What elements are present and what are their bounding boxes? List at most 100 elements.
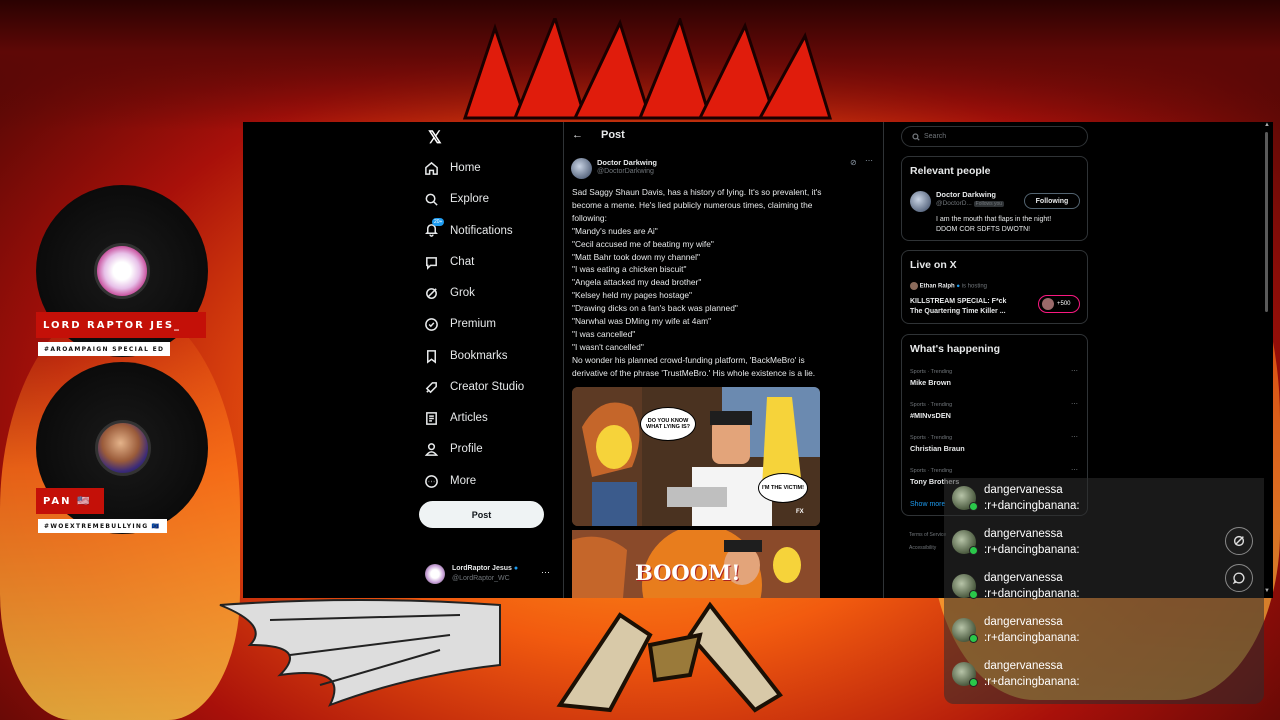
nav-profile-label: Profile <box>450 443 483 455</box>
live-host-name: Ethan Ralph <box>919 283 955 290</box>
trend-3-category: Sports · Trending <box>910 435 953 441</box>
footer-terms-link[interactable]: Terms of Service <box>909 532 946 538</box>
mohawk-art <box>462 18 833 120</box>
nav-notifications[interactable]: 20+ Notifications <box>424 218 513 243</box>
account-name: LordRaptor Jesus ● <box>452 565 519 572</box>
post-text-line: "Kelsey held my pages hostage" <box>572 290 693 301</box>
trend-1-category: Sports · Trending <box>910 369 953 375</box>
trend-1-name[interactable]: Mike Brown <box>910 378 951 387</box>
nav-home[interactable]: Home <box>424 156 481 180</box>
nav-premium[interactable]: Premium <box>424 312 496 336</box>
person-icon <box>424 442 439 456</box>
relevant-name[interactable]: Doctor Darkwing <box>936 190 996 199</box>
nav-creator-studio[interactable]: Creator Studio <box>424 375 524 399</box>
verified-icon: ● <box>513 565 519 572</box>
post-more-icon[interactable]: ⋯ <box>865 156 873 165</box>
listener-avatar <box>1042 298 1054 310</box>
chat-avatar <box>952 662 978 687</box>
trend-2-category: Sports · Trending <box>910 402 953 408</box>
author-avatar[interactable] <box>571 158 592 179</box>
nav-notifications-label: Notifications <box>450 225 513 237</box>
post-text-line: Sad Saggy Shaun Davis, has a history of … <box>572 187 822 197</box>
nav-profile[interactable]: Profile <box>424 437 483 461</box>
back-arrow-icon[interactable]: ← <box>572 129 583 141</box>
nav-explore-label: Explore <box>450 193 489 205</box>
nav-creator-studio-label: Creator Studio <box>450 381 525 393</box>
show-more-link[interactable]: Show more <box>910 501 945 508</box>
live-host-status: is hosting <box>961 283 988 290</box>
post-text-line: "Cecil accused me of beating my wife" <box>572 238 714 249</box>
live-title-text[interactable]: KILLSTREAM SPECIAL: F*ck The Quartering … <box>910 297 1006 317</box>
nav-chat-label: Chat <box>450 256 475 268</box>
post-text-line: "Angela attacked my dead brother" <box>572 277 702 288</box>
post-header: Post <box>601 129 625 141</box>
search-input[interactable]: Search <box>901 126 1088 147</box>
scroll-down-arrow-icon[interactable]: ▼ <box>1264 588 1270 594</box>
nav-articles[interactable]: Articles <box>424 406 488 430</box>
post-button[interactable]: Post <box>419 501 544 528</box>
search-placeholder: Search <box>924 133 947 140</box>
x-logo-icon[interactable]: 𝕏 <box>428 128 442 148</box>
chat-username: dangervanessa <box>984 484 1063 496</box>
grok-float-button[interactable] <box>1225 527 1253 555</box>
chat-text: :r+dancingbanana: <box>984 676 1080 688</box>
relevant-avatar[interactable] <box>910 191 931 212</box>
search-icon <box>912 132 920 141</box>
claw-art <box>556 601 783 713</box>
article-icon <box>426 411 437 425</box>
post-text-line: "Mandy's nudes are Ai" <box>572 225 658 236</box>
divider-right <box>883 122 884 598</box>
post-image-2[interactable]: BOOOM! <box>572 530 820 598</box>
stream-chat-overlay: dangervanessa :r+dancingbanana: dangerva… <box>944 478 1264 704</box>
scroll-up-arrow-icon[interactable]: ▲ <box>1264 122 1270 128</box>
relevant-handle: @DoctorD... <box>936 200 972 207</box>
message-bubble-icon <box>1232 572 1245 585</box>
post-text-line: "Narwhal was DMing my wife at 4am" <box>572 316 712 327</box>
live-listeners-pill[interactable]: +500 <box>1038 295 1080 313</box>
following-button[interactable]: Following <box>1024 193 1080 209</box>
notifications-badge: 20+ <box>432 218 445 226</box>
home-icon <box>425 161 438 175</box>
chat-message: dangervanessa :r+dancingbanana: <box>952 482 1242 522</box>
post-text-line: No wonder his planned crowd-funding plat… <box>572 354 805 365</box>
trend-3-name[interactable]: Christian Braun <box>910 444 965 453</box>
account-menu-icon[interactable]: ⋯ <box>541 567 550 578</box>
footer-accessibility-link[interactable]: Accessibility <box>909 545 936 551</box>
verified-icon: ● <box>956 283 960 290</box>
trend-2-more-icon[interactable]: ⋯ <box>1071 400 1078 408</box>
streamer-1-avatar <box>94 243 150 299</box>
grok-icon <box>1233 535 1245 547</box>
author-name[interactable]: Doctor Darkwing <box>597 158 657 167</box>
nav-chat[interactable]: Chat <box>424 250 474 274</box>
wing-art <box>219 599 501 707</box>
live-listener-count: +500 <box>1057 301 1071 307</box>
cartoon-panel-1 <box>572 387 820 526</box>
nav-bookmarks[interactable]: Bookmarks <box>424 344 508 368</box>
nav-more[interactable]: More <box>424 469 476 493</box>
nav-home-label: Home <box>450 162 481 174</box>
post-text-line: "I was cancelled" <box>572 328 636 339</box>
messages-float-button[interactable] <box>1225 564 1253 592</box>
nav-grok[interactable]: Grok <box>424 281 475 305</box>
streamer-1-name: LORD RAPTOR JES_ <box>36 312 206 338</box>
streamer-1-tag: #AROAMPAIGN SPECIAL ED <box>38 342 171 356</box>
trend-3-more-icon[interactable]: ⋯ <box>1071 433 1078 441</box>
trend-1-more-icon[interactable]: ⋯ <box>1071 367 1078 375</box>
grok-explain-icon[interactable]: ⊘ <box>850 158 857 167</box>
trend-4-category: Sports · Trending <box>910 468 953 474</box>
grok-icon <box>426 287 437 299</box>
live-on-x-card: Live on X Ethan Ralph ● is hosting KILLS… <box>901 250 1088 324</box>
nav-explore[interactable]: Explore <box>424 187 489 211</box>
author-handle[interactable]: @DoctorDarkwing <box>597 168 654 175</box>
trend-2-name[interactable]: #MINvsDEN <box>910 411 951 420</box>
bookmark-icon <box>427 349 436 364</box>
scrollbar-thumb[interactable] <box>1265 132 1268 312</box>
premium-icon <box>425 317 438 331</box>
account-switcher[interactable]: LordRaptor Jesus ● @LordRaptor_WC ⋯ <box>425 563 555 589</box>
trend-4-more-icon[interactable]: ⋯ <box>1071 466 1078 474</box>
chat-text: :r+dancingbanana: <box>984 500 1080 512</box>
post-text-line: become a meme. He's lied publicly numero… <box>572 199 813 210</box>
relevant-people-card: Relevant people Doctor Darkwing @DoctorD… <box>901 156 1088 241</box>
post-image-1[interactable]: DO YOU KNOW WHAT LYING IS? I'M THE VICTI… <box>572 387 820 526</box>
post-text-line: derivative of the phrase 'TrustMeBro.' H… <box>572 367 816 378</box>
